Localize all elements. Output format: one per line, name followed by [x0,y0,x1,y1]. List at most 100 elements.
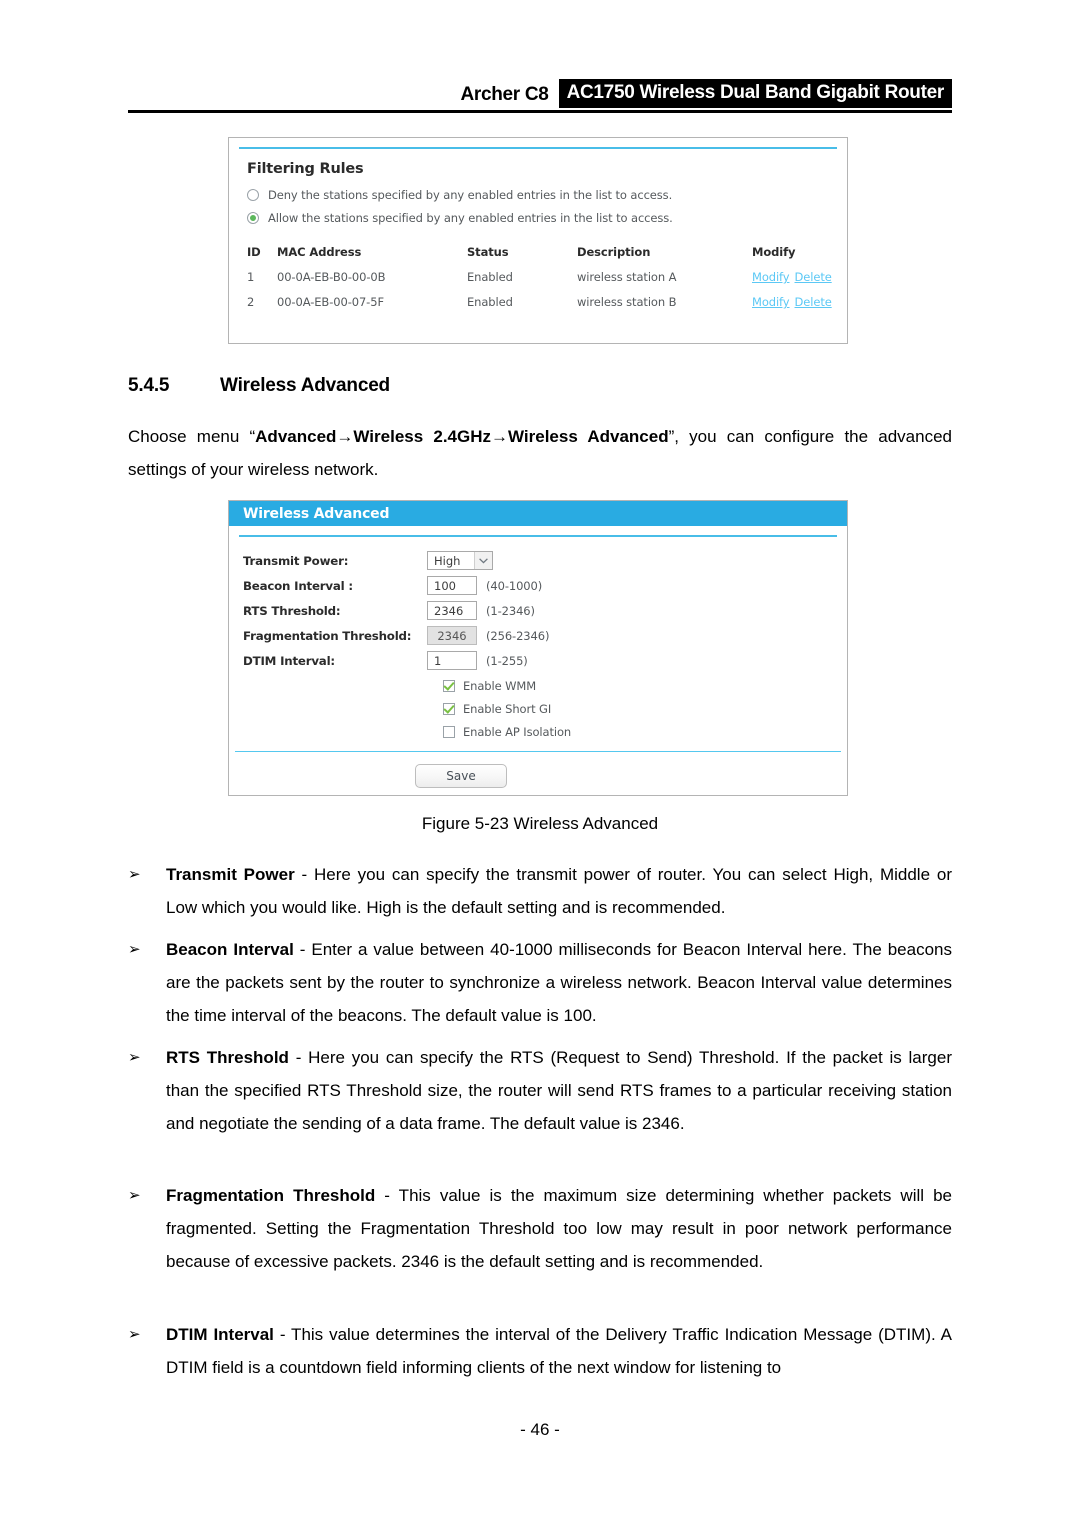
bullet-marker-icon: ➢ [128,940,141,958]
bullet-term: Fragmentation Threshold [166,1186,376,1205]
bullet-term: Transmit Power [166,865,295,884]
modify-link[interactable]: Modify [752,295,790,309]
bullet-term: Beacon Interval [166,940,294,959]
radio-allow-label: Allow the stations specified by any enab… [268,211,673,225]
dtim-interval-range-hint: (1-255) [486,653,528,668]
enable-wmm-checkbox[interactable] [443,680,455,692]
checkbox-row-enable-ap-isolation[interactable]: Enable AP Isolation [443,725,847,739]
label-beacon-interval: Beacon Interval : [243,578,353,593]
field-row-fragmentation-threshold: Fragmentation Threshold: 2346 (256-2346) [243,624,847,647]
checkbox-row-enable-wmm[interactable]: Enable WMM [443,679,847,693]
bullet-transmit-power: ➢ Transmit Power - Here you can specify … [128,858,952,924]
save-area: Save [229,752,847,788]
field-wrap-fragmentation-threshold: 2346 (256-2346) [427,626,549,645]
page-header: Archer C8 AC1750 Wireless Dual Band Giga… [128,78,952,113]
transmit-power-value: High [434,553,461,568]
bullet-fragmentation-threshold: ➢ Fragmentation Threshold - This value i… [128,1179,952,1278]
panel-titlebar: Wireless Advanced [229,501,847,526]
field-wrap-dtim-interval: 1 (1-255) [427,651,528,670]
checkbox-row-enable-short-gi[interactable]: Enable Short GI [443,702,847,716]
field-row-transmit-power: Transmit Power: High [243,549,847,572]
radio-deny-label: Deny the stations specified by any enabl… [268,188,673,202]
panel-title: Wireless Advanced [243,505,390,522]
chevron-down-icon[interactable] [474,552,492,569]
enable-short-gi-label: Enable Short GI [463,702,552,716]
cell-description: wireless station A [577,270,677,284]
beacon-interval-range-hint: (40-1000) [486,578,543,593]
column-header-description: Description [577,245,651,259]
bullet-body: - This value determines the interval of … [166,1325,952,1377]
cell-id: 2 [247,295,255,309]
bullet-marker-icon: ➢ [128,1048,141,1066]
header-product-name: AC1750 Wireless Dual Band Gigabit Router [558,79,952,108]
delete-link[interactable]: Delete [795,270,832,284]
transmit-power-select[interactable]: High [427,551,493,570]
enable-ap-isolation-checkbox[interactable] [443,726,455,738]
bullet-term: DTIM Interval [166,1325,274,1344]
header-row: Archer C8 AC1750 Wireless Dual Band Giga… [128,78,952,108]
figure-caption: Figure 5-23 Wireless Advanced [421,814,659,833]
header-model-name: Archer C8 [460,84,549,105]
label-transmit-power: Transmit Power: [243,553,349,568]
section-intro-paragraph: Choose menu “Advanced→Wireless 2.4GHz→Wi… [128,427,952,479]
column-header-modify: Modify [752,245,796,259]
radio-deny-icon[interactable] [247,189,259,201]
filtering-rules-body: Filtering Rules Deny the stations specif… [229,149,847,320]
bullet-term: RTS Threshold [166,1048,289,1067]
cell-mac-address: 00-0A-EB-00-07-5F [277,295,384,309]
enable-ap-isolation-label: Enable AP Isolation [463,725,572,739]
fragmentation-threshold-input[interactable]: 2346 [427,626,477,645]
save-button[interactable]: Save [415,764,507,788]
field-row-dtim-interval: DTIM Interval: 1 (1-255) [243,649,847,672]
filtering-rules-panel: Filtering Rules Deny the stations specif… [228,137,848,344]
label-rts-threshold: RTS Threshold: [243,603,341,618]
radio-option-deny[interactable]: Deny the stations specified by any enabl… [247,188,829,202]
checkbox-group: Enable WMM Enable Short GI Enable AP Iso… [243,674,847,739]
section-number: 5.4.5 [128,375,170,396]
column-header-mac-address: MAC Address [277,245,362,259]
bullet-marker-icon: ➢ [128,1186,141,1204]
field-wrap-beacon-interval: 100 (40-1000) [427,576,542,595]
cell-id: 1 [247,270,255,284]
wireless-advanced-panel: Wireless Advanced Transmit Power: High B… [228,500,848,796]
field-row-beacon-interval: Beacon Interval : 100 (40-1000) [243,574,847,597]
modify-link[interactable]: Modify [752,270,790,284]
field-row-rts-threshold: RTS Threshold: 2346 (1-2346) [243,599,847,622]
column-header-id: ID [247,245,261,259]
rts-threshold-range-hint: (1-2346) [486,603,535,618]
bullet-marker-icon: ➢ [128,1325,141,1343]
bullet-marker-icon: ➢ [128,865,141,883]
label-dtim-interval: DTIM Interval: [243,653,335,668]
page-number: - 46 - [520,1420,560,1439]
bullet-beacon-interval: ➢ Beacon Interval - Enter a value betwee… [128,933,952,1032]
radio-option-allow[interactable]: Allow the stations specified by any enab… [247,211,829,225]
cell-modify-links: Modify Delete [752,295,832,320]
bullet-dtim-interval: ➢ DTIM Interval - This value determines … [128,1318,952,1384]
section-title: Wireless Advanced [220,375,390,396]
beacon-interval-input[interactable]: 100 [427,576,477,595]
column-header-status: Status [467,245,509,259]
label-fragmentation-threshold: Fragmentation Threshold: [243,628,412,643]
field-wrap-rts-threshold: 2346 (1-2346) [427,601,535,620]
table-header-row: ID MAC Address Status Description Modify [247,245,829,270]
table-row: 1 00-0A-EB-B0-00-0B Enabled wireless sta… [247,270,832,295]
radio-allow-icon[interactable] [247,212,259,224]
section-heading: 5.4.5 Wireless Advanced [128,375,952,397]
cell-mac-address: 00-0A-EB-B0-00-0B [277,270,386,284]
cell-modify-links: Modify Delete [752,270,832,295]
cell-status: Enabled [467,270,513,284]
enable-short-gi-checkbox[interactable] [443,703,455,715]
wireless-advanced-form: Transmit Power: High Beacon Interval : 1… [229,537,847,739]
filtering-rules-table: ID MAC Address Status Description Modify… [247,245,832,320]
table-row: 2 00-0A-EB-00-07-5F Enabled wireless sta… [247,295,832,320]
bullet-rts-threshold: ➢ RTS Threshold - Here you can specify t… [128,1041,952,1140]
cell-status: Enabled [467,295,513,309]
dtim-interval-input[interactable]: 1 [427,651,477,670]
cell-description: wireless station B [577,295,677,309]
rts-threshold-input[interactable]: 2346 [427,601,477,620]
fragmentation-threshold-range-hint: (256-2346) [486,628,550,643]
delete-link[interactable]: Delete [795,295,832,309]
header-divider [128,110,952,113]
field-wrap-transmit-power: High [427,551,493,570]
enable-wmm-label: Enable WMM [463,679,537,693]
